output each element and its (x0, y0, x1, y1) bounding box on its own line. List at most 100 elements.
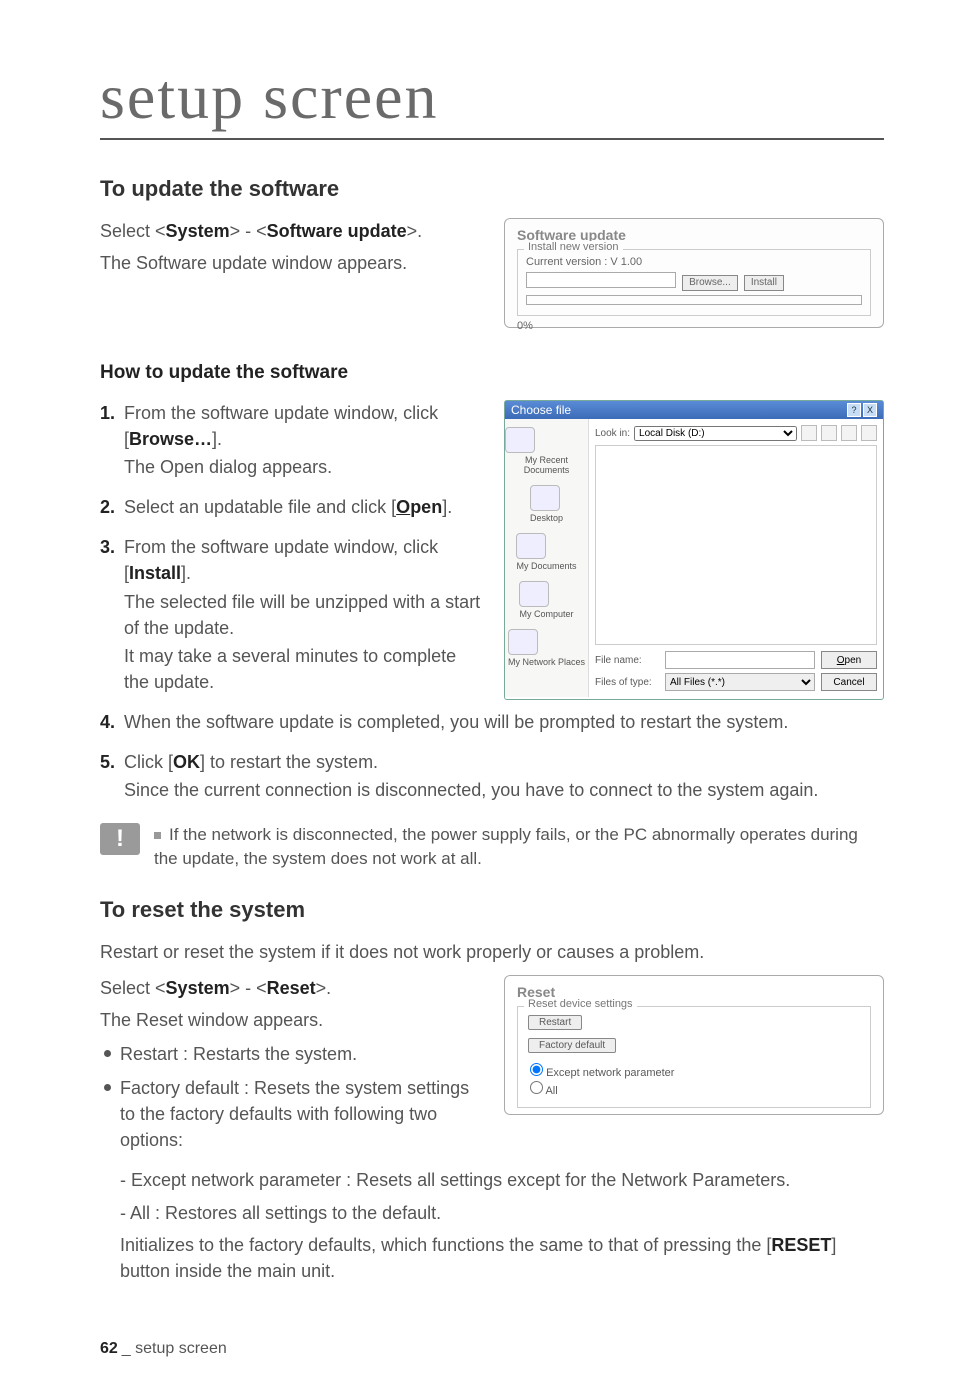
newfolder-icon[interactable] (841, 425, 857, 441)
txt-sub: It may take a several minutes to complet… (124, 643, 486, 695)
txt: Select < (100, 978, 166, 998)
close-icon[interactable]: X (863, 403, 877, 417)
install-button[interactable]: Install (744, 275, 784, 291)
update-desc: The Software update window appears. (100, 250, 486, 276)
page-number: 62 (100, 1340, 118, 1357)
txt: Click [ (124, 752, 173, 772)
screenshot-software-update: Software update Install new version Curr… (504, 218, 884, 328)
shot-legend: Install new version (524, 241, 623, 253)
warning-icon: ! (100, 823, 140, 855)
bullet-factory: Factory default : Resets the system sett… (100, 1075, 486, 1153)
filename-label: File name: (595, 655, 659, 666)
dash-except: Except network parameter : Resets all se… (120, 1167, 884, 1193)
side-label: My Network Places (508, 657, 585, 667)
txt: Select < (100, 221, 166, 241)
file-list-area[interactable] (595, 445, 877, 645)
txt-sub: The selected file will be unzipped with … (124, 589, 486, 641)
txt: All (545, 1085, 557, 1097)
network-icon[interactable] (508, 629, 538, 655)
step-4: When the software update is completed, y… (100, 709, 884, 735)
txt: Initializes to the factory defaults, whi… (120, 1235, 771, 1255)
txt: When the software update is completed, y… (124, 712, 788, 732)
recent-docs-icon[interactable] (505, 427, 535, 453)
screenshot-choose-file: Choose file ? X My Recent Documents Desk… (504, 400, 884, 700)
side-label: My Documents (516, 561, 576, 571)
reset-sub-options: Except network parameter : Resets all se… (100, 1167, 884, 1283)
page-title: setup screen (100, 60, 884, 140)
screenshot-reset: Reset Reset device settings Restart Fact… (504, 975, 884, 1115)
heading-reset: To reset the system (100, 897, 884, 923)
radio-all[interactable]: All (530, 1081, 860, 1097)
txt: pen (845, 655, 862, 666)
reset-select-line: Select <System> - <Reset>. (100, 975, 486, 1001)
txt: ]. (181, 563, 191, 583)
factory-default-button[interactable]: Factory default (528, 1038, 616, 1053)
radio-except-input[interactable] (530, 1063, 543, 1076)
up-icon[interactable] (821, 425, 837, 441)
heading-update: To update the software (100, 176, 884, 202)
mydocs-icon[interactable] (516, 533, 546, 559)
note-text: If the network is disconnected, the powe… (154, 823, 884, 871)
shot-current-version: Current version : V 1.00 (526, 256, 862, 268)
side-label: My Computer (519, 609, 573, 619)
reset-desc: The Reset window appears. (100, 1007, 486, 1033)
txt: File name: (595, 655, 642, 666)
update-path-input[interactable] (526, 272, 676, 288)
restart-button[interactable]: Restart (528, 1015, 582, 1030)
txt: All : Restores all settings to the defau… (130, 1203, 441, 1223)
bullet-restart: Restart : Restarts the system. (100, 1041, 486, 1067)
txt-sub: The Open dialog appears. (124, 454, 486, 480)
dash-all: All : Restores all settings to the defau… (120, 1200, 884, 1226)
browse-button[interactable]: Browse... (682, 275, 738, 291)
shot-legend: Reset device settings (524, 998, 637, 1010)
step-2: Select an updatable file and click [Open… (100, 494, 486, 520)
help-icon[interactable]: ? (847, 403, 861, 417)
dialog-title: Choose file (511, 403, 571, 417)
txt: ] to restart the system. (200, 752, 378, 772)
txt-bold: Reset (267, 978, 316, 998)
heading-howto: How to update the software (100, 362, 884, 384)
reset-bullets: Restart : Restarts the system. Factory d… (100, 1041, 486, 1153)
footer-text: setup screen (135, 1340, 227, 1357)
desktop-icon[interactable] (530, 485, 560, 511)
lookin-label: Look in: (595, 428, 630, 439)
step-3: From the software update window, click [… (100, 534, 486, 695)
txt: > - < (230, 221, 267, 241)
progress-label: 0% (517, 320, 871, 332)
back-icon[interactable] (801, 425, 817, 441)
update-select-line: Select <System> - <Software update>. (100, 218, 486, 244)
txt-bold: Install (129, 563, 181, 583)
txt-bold: pen (410, 497, 442, 517)
txt: O (837, 655, 845, 666)
radio-all-input[interactable] (530, 1081, 543, 1094)
txt-underline: O (396, 497, 410, 517)
viewmenu-icon[interactable] (861, 425, 877, 441)
txt: ]. (212, 429, 222, 449)
filename-input[interactable] (665, 651, 815, 669)
side-label: Desktop (530, 513, 563, 523)
txt-bold: Browse… (129, 429, 212, 449)
txt: Except network parameter : Resets all se… (131, 1170, 790, 1190)
filetype-label: Files of type: (595, 677, 659, 688)
reset-intro: Restart or reset the system if it does n… (100, 939, 884, 965)
progress-bar (526, 295, 862, 305)
steps-list: From the software update window, click [… (100, 400, 486, 695)
txt-bold-system: System (166, 221, 230, 241)
side-label: My Recent Documents (524, 455, 570, 475)
lookin-select[interactable]: Local Disk (D:) (634, 426, 797, 441)
cancel-button[interactable]: Cancel (821, 673, 877, 691)
txt: >. (407, 221, 423, 241)
txt-bold-swupdate: Software update (267, 221, 407, 241)
txt: ]. (442, 497, 452, 517)
open-button[interactable]: Open (821, 651, 877, 669)
step-5: Click [OK] to restart the system. Since … (100, 749, 884, 803)
radio-except[interactable]: Except network parameter (530, 1063, 860, 1079)
filetype-select[interactable]: All Files (*.*) (665, 673, 815, 691)
txt: _ (122, 1340, 135, 1357)
txt: If the network is disconnected, the powe… (154, 825, 858, 868)
txt: >. (316, 978, 332, 998)
mycomputer-icon[interactable] (519, 581, 549, 607)
steps-list-cont: When the software update is completed, y… (100, 709, 884, 803)
txt: Select an updatable file and click [ (124, 497, 396, 517)
dash-all-detail: Initializes to the factory defaults, whi… (120, 1232, 884, 1284)
